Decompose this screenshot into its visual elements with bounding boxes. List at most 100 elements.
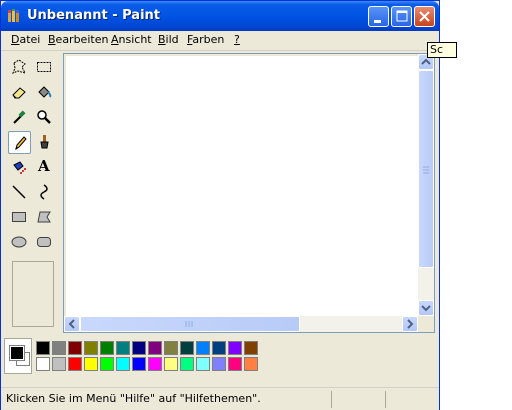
color-swatch[interactable] [100,357,114,371]
rect-select-icon [37,62,51,72]
maximize-button[interactable] [391,6,412,27]
color-swatch[interactable] [116,357,130,371]
color-swatch[interactable] [52,341,66,355]
horizontal-scroll-thumb[interactable] [80,316,300,332]
horizontal-scrollbar[interactable] [64,316,418,332]
grip-icon [185,321,193,327]
status-text: Klicken Sie im Menü "Hilfe" auf "Hilfeth… [6,392,261,405]
menu-bar: Datei Bearbeiten Ansicht Bild Farben? [1,31,439,51]
color-swatch[interactable] [180,341,194,355]
color-swatch[interactable] [164,357,178,371]
tool-pencil[interactable] [8,131,31,154]
brush-icon [40,135,49,149]
menu-bearbeiten[interactable]: Bearbeiten [48,33,108,46]
text-icon: A [38,157,50,175]
color-swatch[interactable] [68,341,82,355]
tool-curve[interactable] [33,181,56,204]
tool-text[interactable]: A [33,156,56,179]
color-swatch[interactable] [196,357,210,371]
menu-bild[interactable]: Bild [158,33,179,46]
color-swatch[interactable] [180,357,194,371]
color-swatch[interactable] [84,341,98,355]
color-swatch[interactable] [36,357,50,371]
color-swatch[interactable] [84,357,98,371]
vertical-scroll-thumb[interactable] [418,70,434,268]
color-picker-icon [13,110,26,124]
scroll-corner [418,316,434,332]
tool-brush[interactable] [33,131,56,154]
scroll-right-button[interactable] [402,316,418,332]
scroll-down-button[interactable] [418,300,434,316]
tool-color-picker[interactable] [8,106,31,129]
airbrush-icon [13,161,26,174]
pencil-icon [15,136,27,151]
tool-polygon[interactable] [33,206,56,229]
color-swatch[interactable] [228,341,242,355]
color-swatch[interactable] [244,341,258,355]
polygon-icon [37,211,51,223]
color-swatch[interactable] [68,357,82,371]
color-swatch[interactable] [36,341,50,355]
scroll-left-button[interactable] [64,316,80,332]
color-swatch[interactable] [52,357,66,371]
foreground-color [9,345,25,361]
minimize-icon [374,20,381,23]
chevron-down-icon [421,305,431,312]
grip-icon [423,166,429,174]
ellipse-icon [11,236,27,248]
minimize-button[interactable] [368,6,389,27]
color-swatch[interactable] [212,357,226,371]
tool-ellipse[interactable] [8,231,31,254]
color-swatch[interactable] [196,341,210,355]
color-palette [4,338,436,378]
vertical-scrollbar[interactable] [418,54,434,316]
color-swatch[interactable] [116,341,130,355]
tool-line[interactable] [8,181,31,204]
tool-eraser[interactable] [8,81,31,104]
drawing-canvas[interactable] [66,56,422,316]
eraser-icon [12,87,26,99]
status-divider [385,391,386,408]
current-colors[interactable] [4,338,32,374]
rectangle-icon [12,212,26,222]
menu-datei[interactable]: Datei [11,33,40,46]
color-swatch[interactable] [212,341,226,355]
status-bar: Klicken Sie im Menü "Hilfe" auf "Hilfeth… [1,387,439,410]
color-swatch[interactable] [148,341,162,355]
tool-airbrush[interactable] [8,156,31,179]
tool-fill-bucket[interactable] [33,81,56,104]
tool-rect-select[interactable] [33,56,56,79]
menu-farben[interactable]: Farben [187,33,224,46]
color-swatch[interactable] [100,341,114,355]
color-swatch[interactable] [244,357,258,371]
tool-options-box[interactable] [12,261,54,327]
curve-icon [40,184,48,200]
paint-app-icon [8,9,19,22]
canvas-area [63,53,435,333]
tooltip: Sc [427,42,457,58]
menu-help[interactable]: ? [234,33,240,46]
magnifier-icon [37,110,51,124]
color-swatch[interactable] [164,341,178,355]
close-button[interactable] [414,6,435,27]
close-icon [419,11,430,22]
fill-bucket-icon [38,86,52,98]
menu-ansicht[interactable]: Ansicht [111,33,152,46]
tool-magnifier[interactable] [33,106,56,129]
color-swatch[interactable] [228,357,242,371]
status-divider [331,391,332,408]
window-title: Unbenannt - Paint [27,8,161,23]
rounded-rectangle-icon [37,237,51,247]
color-swatch[interactable] [132,357,146,371]
color-swatch[interactable] [132,341,146,355]
tool-rounded-rectangle[interactable] [33,231,56,254]
maximize-icon [396,10,408,22]
line-icon [12,185,26,199]
tool-rectangle[interactable] [8,206,31,229]
chevron-right-icon [407,319,414,329]
title-bar[interactable]: Unbenannt - Paint [1,1,439,31]
tool-free-select[interactable] [8,56,31,79]
free-select-icon [12,59,26,74]
paint-window: Unbenannt - Paint Datei Bearbeiten Ansicht… [0,0,440,410]
color-swatch[interactable] [148,357,162,371]
